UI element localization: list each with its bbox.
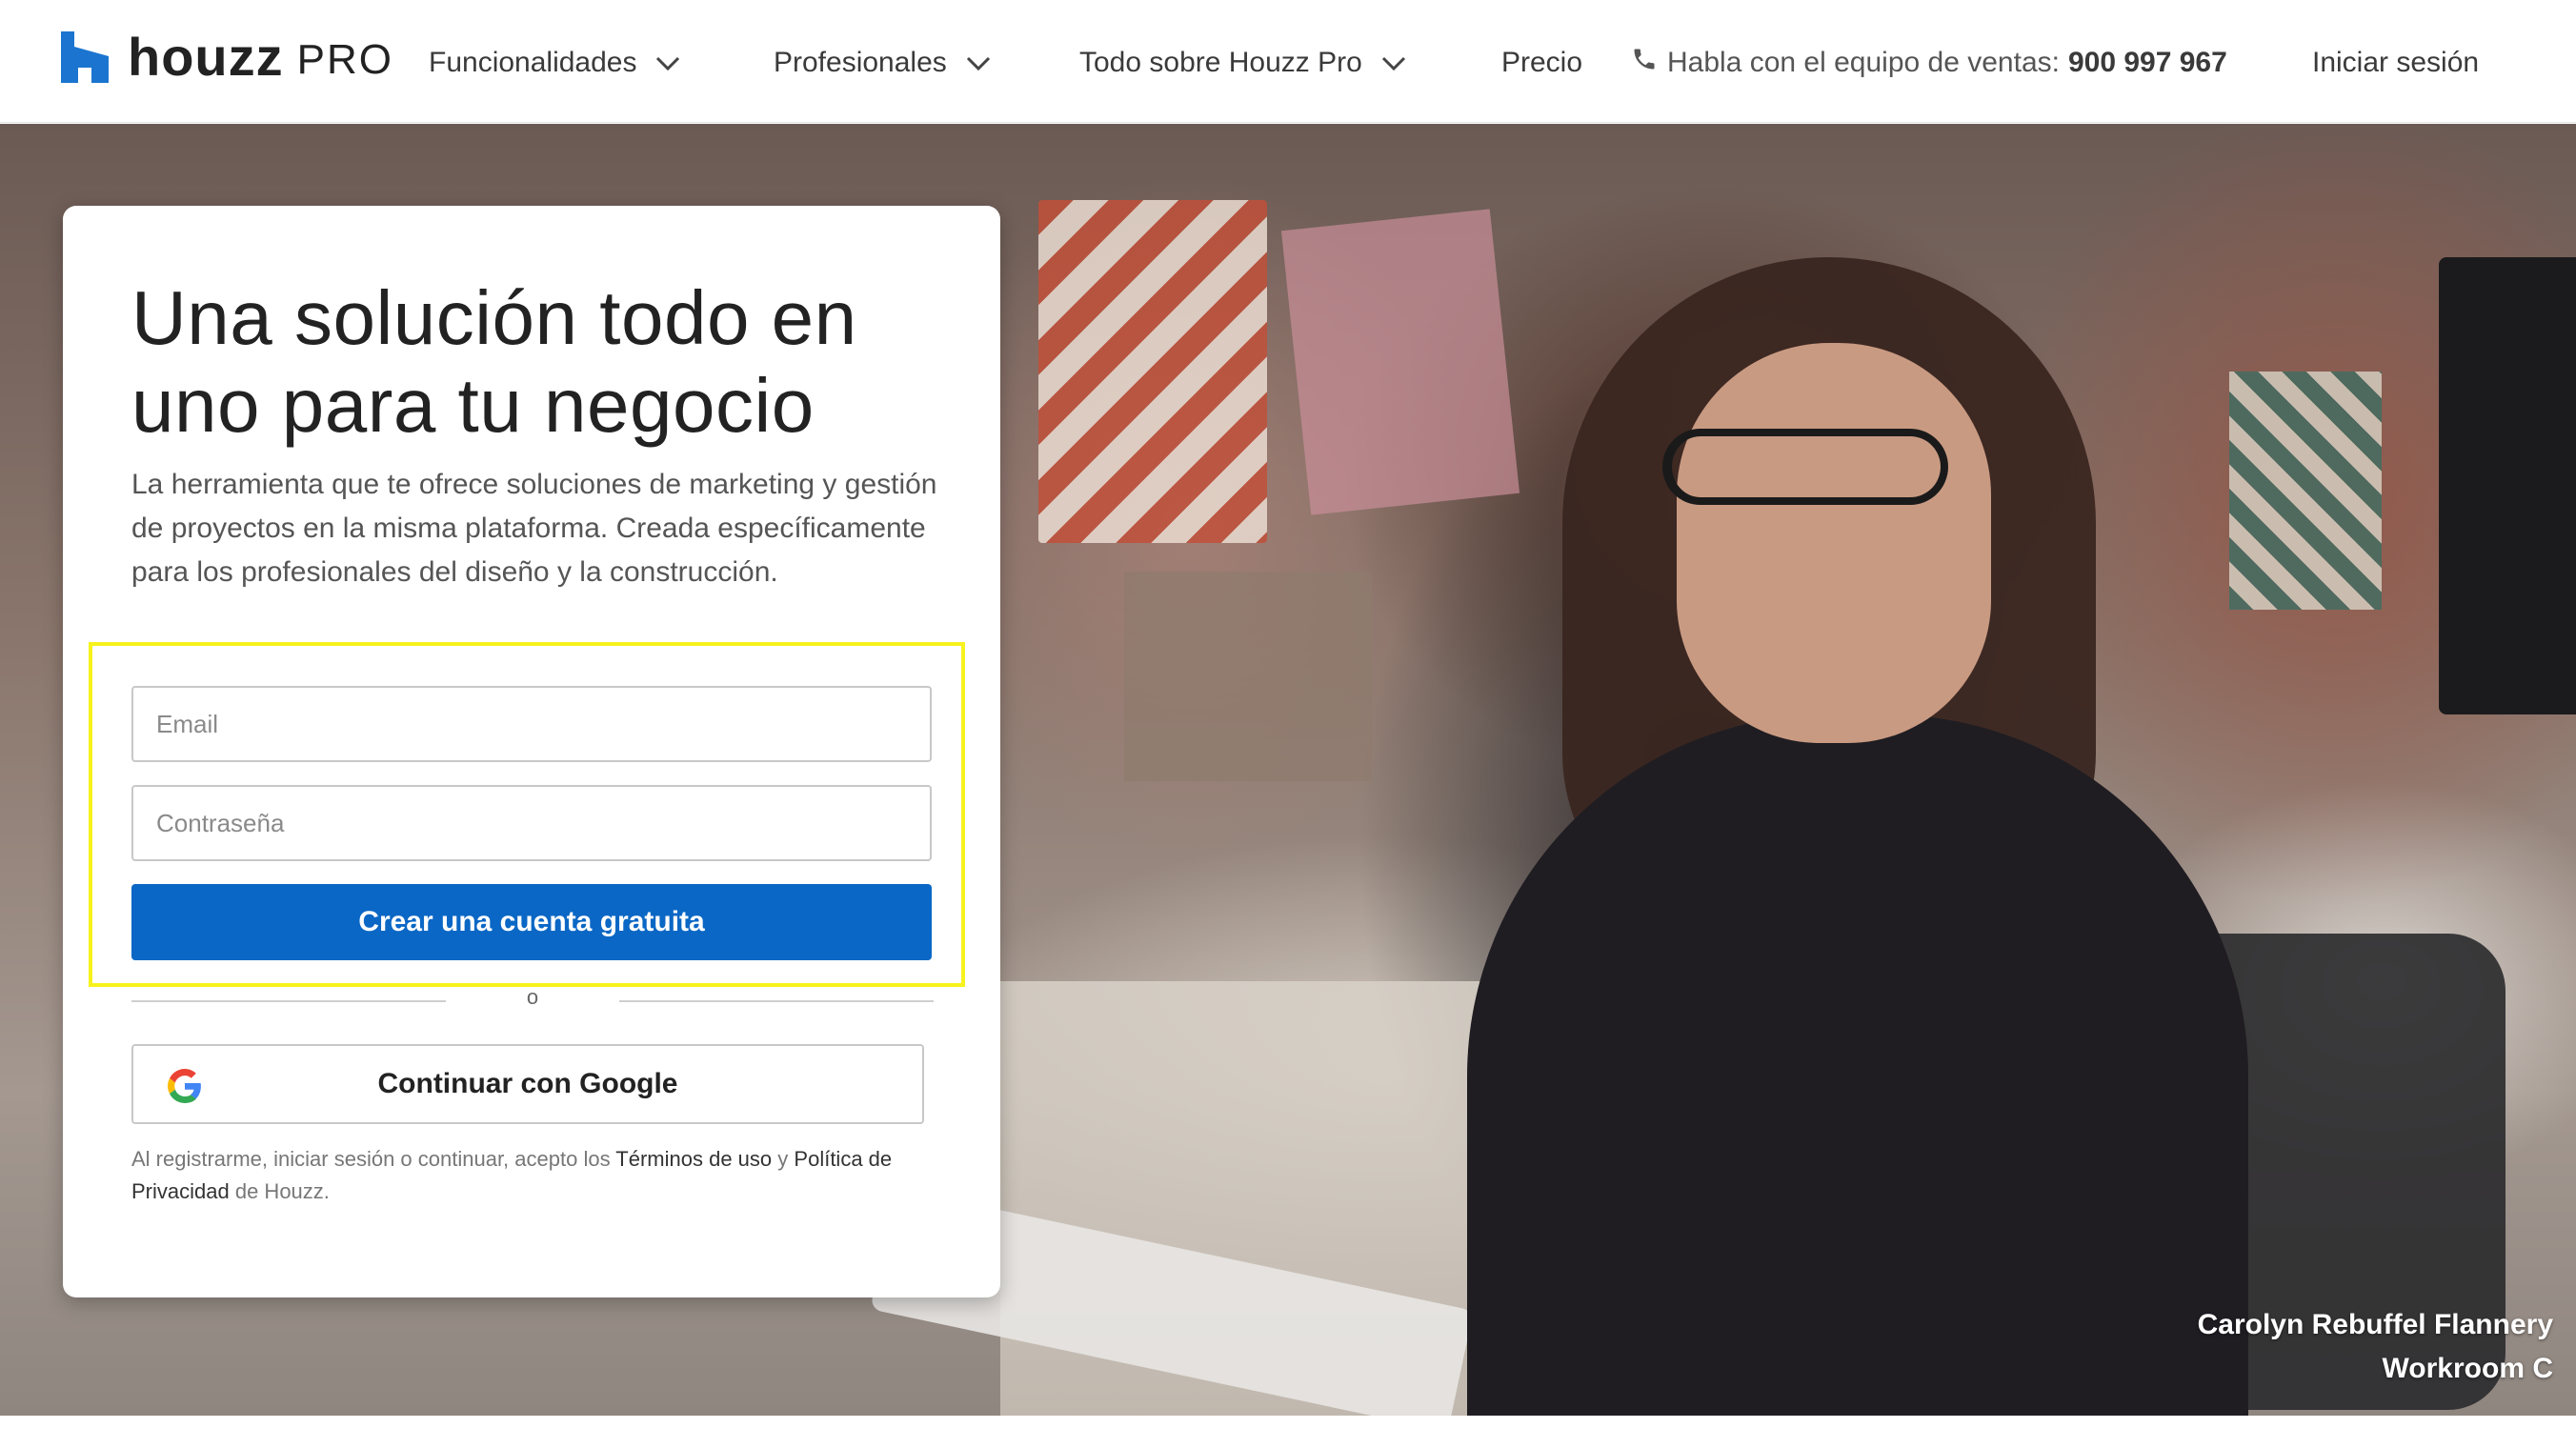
chevron-down-icon: [655, 47, 680, 79]
chevron-down-icon: [966, 47, 991, 79]
sales-phone-number: 900 997 967: [2067, 47, 2227, 78]
email-field[interactable]: [131, 686, 932, 762]
nav-label: Precio: [1501, 47, 1583, 78]
terms-of-use-link[interactable]: Términos de uso: [615, 1147, 772, 1171]
nav-funcionalidades[interactable]: Funcionalidades: [429, 42, 680, 84]
login-link[interactable]: Iniciar sesión: [2312, 42, 2479, 84]
photo-textile-sample: [1038, 200, 1267, 543]
houzz-logo-icon: [61, 31, 109, 83]
google-button-label: Continuar con Google: [377, 1068, 678, 1099]
legal-notice: Al registrarme, iniciar sesión o continu…: [131, 1143, 951, 1208]
page-description: La herramienta que te ofrece soluciones …: [131, 469, 937, 588]
legal-suffix: de Houzz.: [234, 1179, 330, 1203]
photo-credit: Carolyn Rebuffel Flannery Workroom C: [2198, 1303, 2553, 1391]
password-field[interactable]: [131, 785, 932, 861]
photo-credit-name: Carolyn Rebuffel Flannery: [2197, 1309, 2553, 1340]
sales-phone-link[interactable]: Habla con el equipo de ventas: 900 997 9…: [1631, 42, 2227, 84]
photo-credit-company: Workroom C: [2382, 1353, 2553, 1384]
divider-line: [619, 1000, 934, 1002]
site-header: houzz PRO Funcionalidades Profesionales …: [0, 0, 2576, 123]
nav-precio[interactable]: Precio: [1501, 42, 1582, 84]
nav-todo-sobre-houzz-pro[interactable]: Todo sobre Houzz Pro: [1079, 42, 1406, 84]
continue-with-google-button[interactable]: Continuar con Google: [131, 1044, 924, 1124]
create-free-account-button[interactable]: Crear una cuenta gratuita: [131, 884, 932, 960]
photo-person-face: [1677, 343, 1991, 743]
houzz-pro-logo[interactable]: houzz PRO: [61, 29, 393, 86]
google-icon: [168, 1069, 202, 1111]
photo-monitor: [2439, 257, 2576, 714]
legal-and: y: [777, 1147, 789, 1171]
photo-pinboard-card: [1280, 209, 1520, 515]
photo-glasses: [1662, 429, 1948, 505]
nav-label: Profesionales: [774, 47, 947, 78]
phone-icon: [1631, 46, 1658, 80]
logo-suffix: PRO: [296, 36, 393, 83]
signup-card: Una solución todo en uno para tu negocio…: [63, 206, 1000, 1297]
nav-label: Todo sobre Houzz Pro: [1079, 47, 1362, 78]
logo-wordmark: houzz: [128, 27, 284, 87]
page-bottom-strip: [0, 1416, 2576, 1448]
chevron-down-icon: [1381, 47, 1406, 79]
divider-line: [131, 1000, 446, 1002]
photo-person-body: [1467, 714, 2248, 1416]
legal-prefix: Al registrarme, iniciar sesión o continu…: [131, 1147, 611, 1171]
nav-profesionales[interactable]: Profesionales: [774, 42, 991, 84]
nav-label: Funcionalidades: [429, 47, 637, 78]
photo-fabric-swatch: [1124, 572, 1372, 781]
page-title: Una solución todo en uno para tu negocio: [131, 275, 857, 448]
sales-phone-text: Habla con el equipo de ventas:: [1667, 47, 2060, 78]
divider-or: o: [526, 985, 539, 1009]
photo-pattern-swatch: [2229, 372, 2382, 610]
